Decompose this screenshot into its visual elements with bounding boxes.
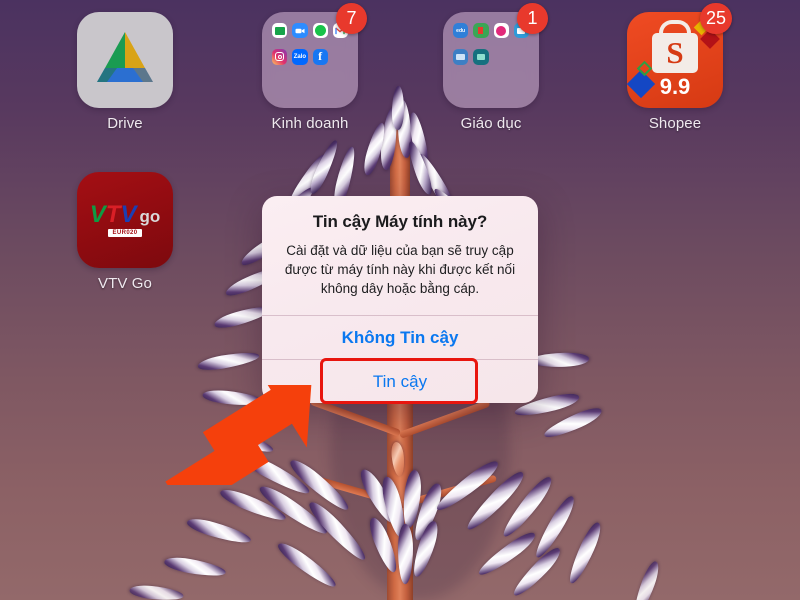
mini-app-chat-green — [312, 23, 328, 39]
mini-app-empty — [333, 49, 348, 64]
app-label-kinh-doanh: Kinh doanh — [271, 115, 349, 132]
mini-app-empty — [272, 76, 287, 91]
app-label-giao-duc: Giáo dục — [460, 115, 522, 132]
mini-app-facebook: f — [312, 49, 328, 65]
drive-triangle-glyph — [97, 32, 153, 82]
app-label-vtv-go: VTV Go — [98, 275, 152, 292]
trust-computer-dialog: Tin cậy Máy tính này? Cài đặt và dữ liệu… — [262, 196, 538, 404]
app-folder-kinh-doanh[interactable]: Zalo f 7 Kinh doanh — [262, 3, 367, 132]
mini-app-zalo: Zalo — [292, 49, 308, 65]
mini-app-empty — [494, 76, 509, 91]
folder-icon-giao-duc[interactable]: edu 1 — [443, 3, 548, 108]
dialog-message: Cài đặt và dữ liệu của bạn sẽ truy cập đ… — [284, 243, 516, 297]
mini-app-empty — [292, 76, 307, 91]
dont-trust-button[interactable]: Không Tin cậy — [262, 315, 538, 359]
mini-app-empty — [453, 76, 468, 91]
dialog-title: Tin cậy Máy tính này? — [312, 212, 488, 231]
vtv-logo-row: V T V go — [89, 201, 161, 228]
badge-shopee: 25 — [699, 3, 732, 34]
google-drive-icon[interactable] — [77, 12, 173, 108]
app-vtv-go[interactable]: V T V go EUR020 VTV Go — [77, 172, 173, 292]
pointer-arrow-icon — [165, 385, 312, 485]
mini-app-edu-green — [473, 23, 489, 39]
dialog-body: Tin cậy Máy tính này? Cài đặt và dữ liệu… — [262, 196, 538, 315]
vtv-go-suffix: go — [139, 207, 161, 226]
diamond-blue — [627, 69, 656, 99]
mini-app-empty — [514, 76, 529, 91]
mini-app-edu-teal — [473, 49, 489, 65]
mini-app-empty — [313, 76, 328, 91]
vtv-go-icon[interactable]: V T V go EUR020 — [77, 172, 173, 268]
app-folder-giao-duc[interactable]: edu 1 Giáo dục — [443, 3, 548, 132]
shopee-promo-label: 9.9 — [659, 73, 691, 99]
app-label-drive: Drive — [107, 115, 143, 132]
app-label-shopee: Shopee — [648, 115, 702, 132]
mini-app-zoom — [292, 23, 308, 39]
app-drive[interactable]: Drive — [77, 12, 173, 132]
app-shopee[interactable]: S 9.9 25 Shopee — [627, 3, 732, 132]
folder-icon-kinh-doanh[interactable]: Zalo f 7 — [262, 3, 367, 108]
mini-app-edu-blue: edu — [453, 23, 469, 39]
mini-app-empty — [333, 76, 348, 91]
mini-app-empty — [473, 76, 488, 91]
mini-app-empty — [494, 49, 509, 64]
badge-giao-duc: 1 — [517, 3, 548, 34]
mini-app-edu-blue2 — [453, 49, 469, 65]
mini-app-edu-pink — [493, 23, 509, 39]
badge-kinh-doanh: 7 — [336, 3, 367, 34]
shopee-icon[interactable]: S 9.9 25 — [627, 3, 732, 108]
mini-app-video-green — [272, 23, 288, 39]
mini-app-instagram — [272, 49, 288, 65]
vtv-sub-label: EUR020 — [108, 229, 142, 237]
shopee-bag-glyph: S — [652, 32, 698, 73]
mini-app-empty — [514, 49, 529, 64]
